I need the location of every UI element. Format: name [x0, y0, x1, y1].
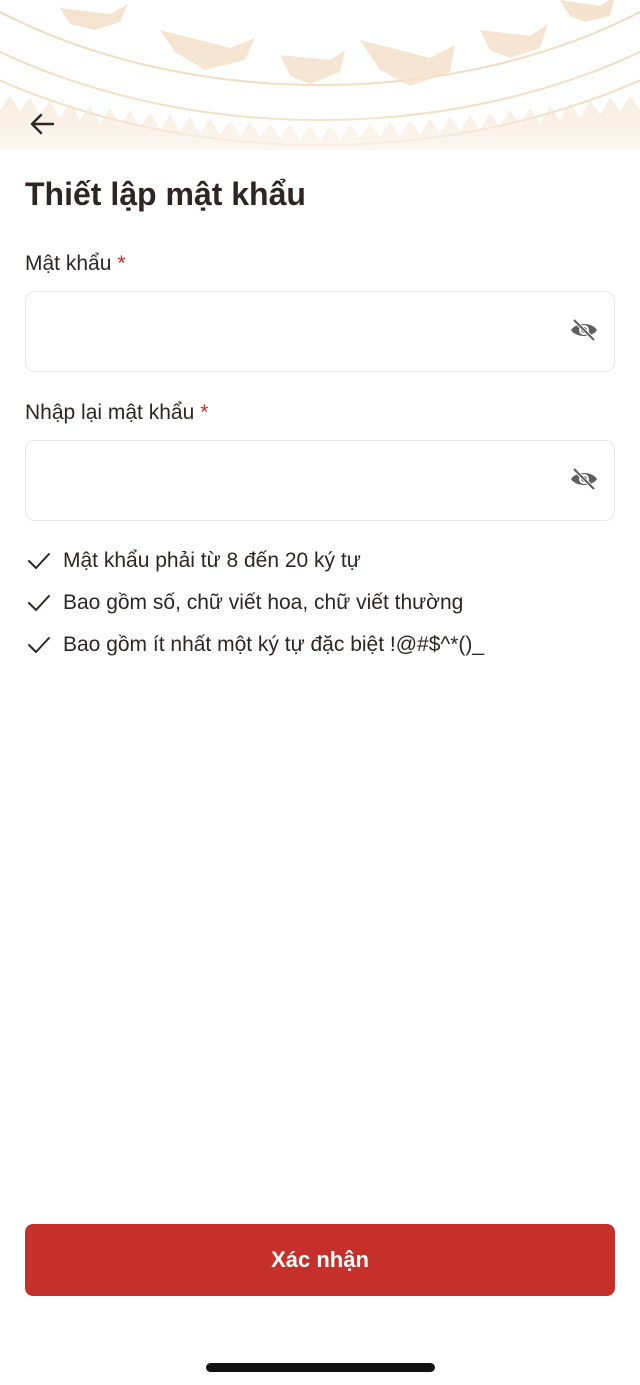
back-button[interactable]	[22, 106, 62, 146]
page-title: Thiết lập mật khẩu	[25, 176, 306, 212]
required-mark: *	[117, 252, 126, 275]
arrow-left-icon	[28, 110, 56, 143]
eye-off-icon	[569, 315, 599, 350]
confirm-password-label: Nhập lại mật khẩu *	[25, 401, 208, 425]
password-rules-list: Mật khẩu phải từ 8 đến 20 ký tự Bao gồm …	[26, 540, 484, 666]
rule-text: Bao gồm ít nhất một ký tự đặc biệt !@#$^…	[63, 633, 485, 656]
confirm-button[interactable]: Xác nhận	[25, 1224, 615, 1296]
password-label: Mật khẩu *	[25, 252, 126, 276]
check-icon	[26, 632, 52, 658]
rule-text: Mật khẩu phải từ 8 đến 20 ký tự	[63, 549, 361, 572]
password-rule-special: Bao gồm ít nhất một ký tự đặc biệt !@#$^…	[26, 624, 484, 666]
password-field[interactable]	[25, 291, 615, 372]
check-icon	[26, 590, 52, 616]
confirm-password-visibility-toggle[interactable]	[568, 465, 600, 497]
rule-text: Bao gồm số, chữ viết hoa, chữ viết thườn…	[63, 591, 464, 614]
confirm-password-field[interactable]	[25, 440, 615, 521]
check-icon	[26, 548, 52, 574]
password-label-text: Mật khẩu	[25, 252, 112, 275]
password-rule-characters: Bao gồm số, chữ viết hoa, chữ viết thườn…	[26, 582, 484, 624]
required-mark: *	[200, 401, 209, 424]
home-indicator	[206, 1363, 435, 1372]
confirm-password-label-text: Nhập lại mật khẩu	[25, 401, 195, 424]
password-visibility-toggle[interactable]	[568, 316, 600, 348]
password-input[interactable]	[44, 292, 564, 371]
eye-off-icon	[569, 464, 599, 499]
header-decorative-pattern	[0, 0, 640, 190]
password-rule-length: Mật khẩu phải từ 8 đến 20 ký tự	[26, 540, 484, 582]
confirm-password-input[interactable]	[44, 441, 564, 520]
